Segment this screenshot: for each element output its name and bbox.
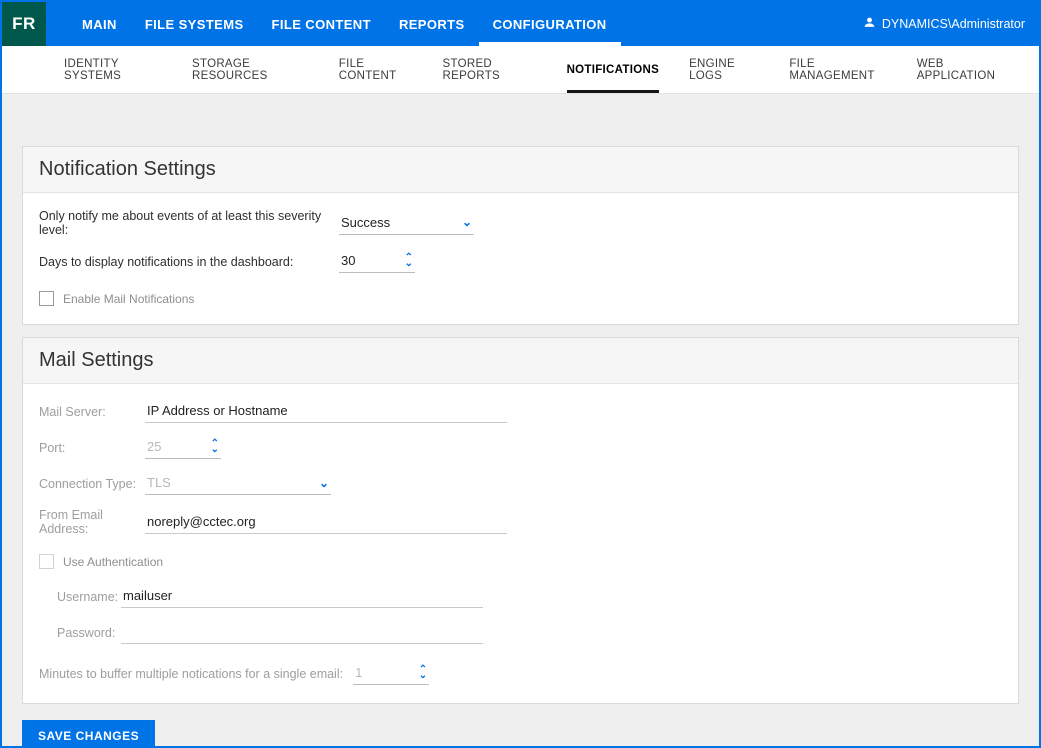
username-input[interactable]	[121, 585, 483, 608]
nav-reports[interactable]: REPORTS	[385, 2, 479, 46]
page: FR MAIN FILE SYSTEMS FILE CONTENT REPORT…	[0, 0, 1041, 748]
buffer-minutes-label: Minutes to buffer multiple notications f…	[39, 667, 343, 681]
tab-identity-systems[interactable]: IDENTITY SYSTEMS	[64, 46, 162, 93]
spinner-down-icon[interactable]: ⌄	[419, 673, 427, 679]
top-bar: FR MAIN FILE SYSTEMS FILE CONTENT REPORT…	[2, 2, 1039, 46]
nav-file-systems[interactable]: FILE SYSTEMS	[131, 2, 258, 46]
save-changes-button[interactable]: SAVE CHANGES	[22, 720, 155, 748]
main-content: Notification Settings Only notify me abo…	[2, 94, 1039, 748]
use-authentication-checkbox[interactable]	[39, 554, 54, 569]
chevron-down-icon: ⌄	[462, 217, 472, 227]
app-logo: FR	[2, 2, 46, 46]
port-spinner[interactable]: ⌃ ⌄	[211, 441, 219, 453]
from-email-label: From Email Address:	[39, 508, 145, 536]
user-icon	[863, 16, 876, 32]
tab-file-management[interactable]: FILE MANAGEMENT	[789, 46, 886, 93]
mail-settings-title: Mail Settings	[23, 338, 1018, 384]
buffer-minutes-input-box: ⌃ ⌄	[353, 662, 429, 685]
tab-storage-resources[interactable]: STORAGE RESOURCES	[192, 46, 309, 93]
password-input[interactable]	[121, 621, 483, 644]
chevron-down-icon: ⌄	[319, 478, 329, 488]
nav-file-content[interactable]: FILE CONTENT	[258, 2, 385, 46]
config-subnav: IDENTITY SYSTEMS STORAGE RESOURCES FILE …	[2, 46, 1039, 94]
spinner-down-icon[interactable]: ⌄	[211, 447, 219, 453]
connection-type-value: TLS	[147, 475, 171, 490]
mail-server-input[interactable]	[145, 400, 507, 423]
enable-mail-label: Enable Mail Notifications	[63, 292, 194, 306]
mail-settings-panel: Mail Settings Mail Server: Port: ⌃ ⌄	[22, 337, 1019, 704]
main-nav: MAIN FILE SYSTEMS FILE CONTENT REPORTS C…	[68, 2, 621, 46]
user-name: DYNAMICS\Administrator	[882, 17, 1025, 31]
mail-server-label: Mail Server:	[39, 405, 145, 419]
connection-type-select[interactable]: TLS ⌄	[145, 472, 331, 495]
user-menu[interactable]: DYNAMICS\Administrator	[863, 2, 1039, 46]
days-label: Days to display notifications in the das…	[39, 255, 339, 269]
days-input-box: ⌃ ⌄	[339, 250, 415, 273]
tab-notifications[interactable]: NOTIFICATIONS	[567, 46, 660, 93]
connection-type-label: Connection Type:	[39, 477, 145, 491]
nav-main[interactable]: MAIN	[68, 2, 131, 46]
tab-stored-reports[interactable]: STORED REPORTS	[443, 46, 537, 93]
buffer-minutes-input[interactable]	[355, 662, 419, 684]
from-email-input[interactable]	[145, 511, 507, 534]
enable-mail-checkbox[interactable]	[39, 291, 54, 306]
severity-label: Only notify me about events of at least …	[39, 209, 339, 237]
notification-settings-panel: Notification Settings Only notify me abo…	[22, 146, 1019, 325]
use-authentication-label: Use Authentication	[63, 555, 163, 569]
severity-value: Success	[341, 215, 390, 230]
severity-select[interactable]: Success ⌄	[339, 212, 474, 235]
port-input[interactable]	[147, 436, 211, 458]
tab-engine-logs[interactable]: ENGINE LOGS	[689, 46, 759, 93]
password-label: Password:	[57, 626, 121, 640]
nav-configuration[interactable]: CONFIGURATION	[479, 2, 621, 46]
port-label: Port:	[39, 441, 145, 455]
username-label: Username:	[57, 590, 121, 604]
spinner-down-icon[interactable]: ⌄	[405, 261, 413, 267]
days-spinner[interactable]: ⌃ ⌄	[405, 255, 413, 267]
tab-file-content[interactable]: FILE CONTENT	[339, 46, 413, 93]
notification-settings-title: Notification Settings	[23, 147, 1018, 193]
port-input-box: ⌃ ⌄	[145, 436, 221, 459]
tab-web-application[interactable]: WEB APPLICATION	[917, 46, 1009, 93]
buffer-spinner[interactable]: ⌃ ⌄	[419, 667, 427, 679]
days-input[interactable]	[341, 250, 405, 272]
